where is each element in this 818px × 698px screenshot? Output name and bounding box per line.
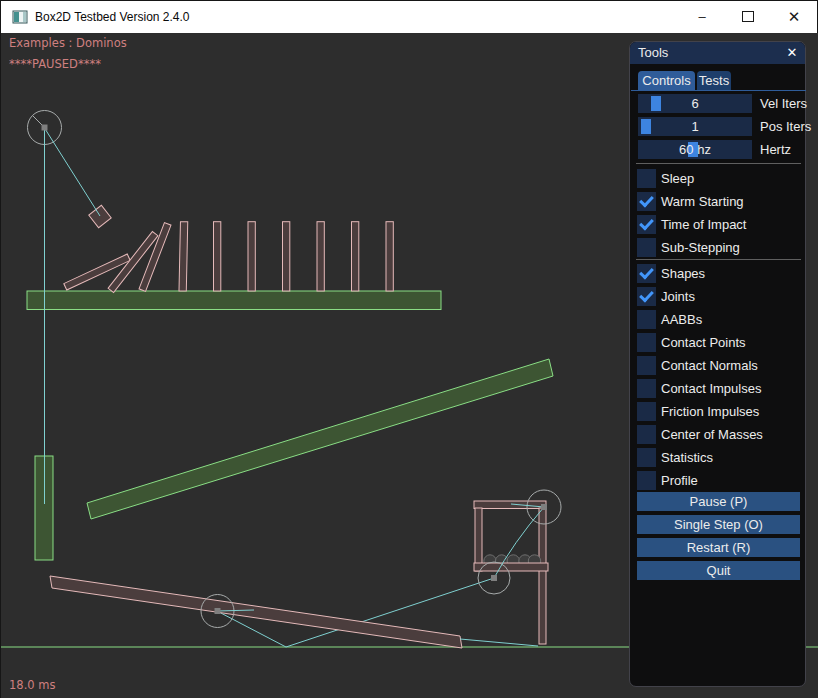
domino	[214, 222, 221, 291]
close-button[interactable]: ✕	[771, 1, 817, 33]
joint-line	[45, 128, 101, 216]
tools-panel: Tools ✕ Controls Tests 6 Vel Iters 1 Pos…	[629, 41, 806, 687]
domino	[179, 222, 188, 291]
checkbox[interactable]	[637, 448, 656, 467]
tools-panel-title: Tools	[638, 45, 668, 60]
checkbox-label: Warm Starting	[661, 192, 744, 211]
checkbox[interactable]	[637, 402, 656, 421]
checkbox-label: AABBs	[661, 310, 702, 329]
pos-iters-slider[interactable]: 1	[638, 117, 752, 136]
minimize-button[interactable]: –	[679, 1, 725, 33]
tools-close-icon[interactable]: ✕	[783, 42, 801, 64]
hertz-slider[interactable]: 60 hz	[638, 140, 752, 159]
checkbox[interactable]	[637, 471, 656, 490]
checkbox-label: Joints	[661, 287, 695, 306]
vel-iters-value: 6	[638, 94, 752, 113]
app-window: Box2D Testbed Version 2.4.0 – ✕	[0, 0, 818, 698]
frame-right-post	[539, 508, 546, 644]
hertz-value: 60 hz	[638, 140, 752, 159]
domino	[352, 222, 359, 291]
hertz-label: Hertz	[760, 140, 791, 159]
checkbox[interactable]	[637, 425, 656, 444]
checkbox-label: Contact Normals	[661, 356, 758, 375]
checkbox[interactable]	[637, 310, 656, 329]
tab-controls[interactable]: Controls	[638, 71, 695, 90]
checkbox[interactable]	[637, 287, 656, 306]
maximize-button[interactable]	[725, 1, 771, 33]
checkbox[interactable]	[637, 169, 656, 188]
seesaw-plank	[50, 576, 462, 648]
tab-underline	[631, 90, 806, 91]
window-titlebar: Box2D Testbed Version 2.4.0 – ✕	[1, 1, 817, 33]
checkbox-label: Time of Impact	[661, 215, 746, 234]
com-marker	[42, 125, 48, 131]
checkbox-label: Statistics	[661, 448, 713, 467]
checkbox-label: Friction Impulses	[661, 402, 759, 421]
checkbox-label: Contact Impulses	[661, 379, 761, 398]
frame-time-label: 18.0 ms	[9, 678, 55, 692]
joint-line	[460, 639, 538, 646]
checkbox[interactable]	[637, 215, 656, 234]
vel-iters-slider[interactable]: 6	[638, 94, 752, 113]
checkbox-label: Center of Masses	[661, 425, 763, 444]
pos-iters-value: 1	[638, 117, 752, 136]
quit-button[interactable]: Quit	[637, 561, 800, 580]
separator	[636, 163, 801, 164]
angled-plank	[87, 359, 553, 519]
com-marker	[491, 575, 497, 581]
tools-panel-titlebar[interactable]: Tools	[630, 42, 805, 64]
checkbox-label: Shapes	[661, 264, 705, 283]
domino	[386, 222, 393, 291]
checkbox-label: Profile	[661, 471, 698, 490]
shelf-platform	[27, 291, 441, 310]
domino	[248, 222, 255, 291]
checkbox[interactable]	[637, 356, 656, 375]
separator	[636, 259, 801, 260]
checkbox[interactable]	[637, 379, 656, 398]
window-title: Box2D Testbed Version 2.4.0	[35, 10, 190, 24]
vel-iters-label: Vel Iters	[760, 94, 807, 113]
domino	[283, 222, 290, 291]
checkbox-label: Sleep	[661, 169, 694, 188]
app-icon	[12, 9, 28, 25]
domino	[317, 222, 324, 291]
checkbox[interactable]	[637, 333, 656, 352]
com-marker	[215, 608, 221, 614]
single-step-button[interactable]: Single Step (O)	[637, 515, 800, 534]
com-marker	[541, 504, 547, 510]
checkbox-label: Contact Points	[661, 333, 746, 352]
checkbox-label: Sub-Stepping	[661, 238, 740, 257]
maximize-icon	[742, 11, 754, 22]
hanging-box	[89, 205, 111, 227]
frame-top-bar	[474, 501, 546, 509]
restart-button[interactable]: Restart (R)	[637, 538, 800, 557]
frame-left-post	[475, 508, 482, 571]
pause-button[interactable]: Pause (P)	[637, 492, 800, 511]
tab-tests[interactable]: Tests	[697, 71, 731, 90]
example-label: Examples : Dominos	[9, 36, 127, 50]
checkbox[interactable]	[637, 238, 656, 257]
paused-label: ****PAUSED****	[9, 57, 101, 71]
checkbox[interactable]	[637, 264, 656, 283]
checkbox[interactable]	[637, 192, 656, 211]
pos-iters-label: Pos Iters	[760, 117, 811, 136]
